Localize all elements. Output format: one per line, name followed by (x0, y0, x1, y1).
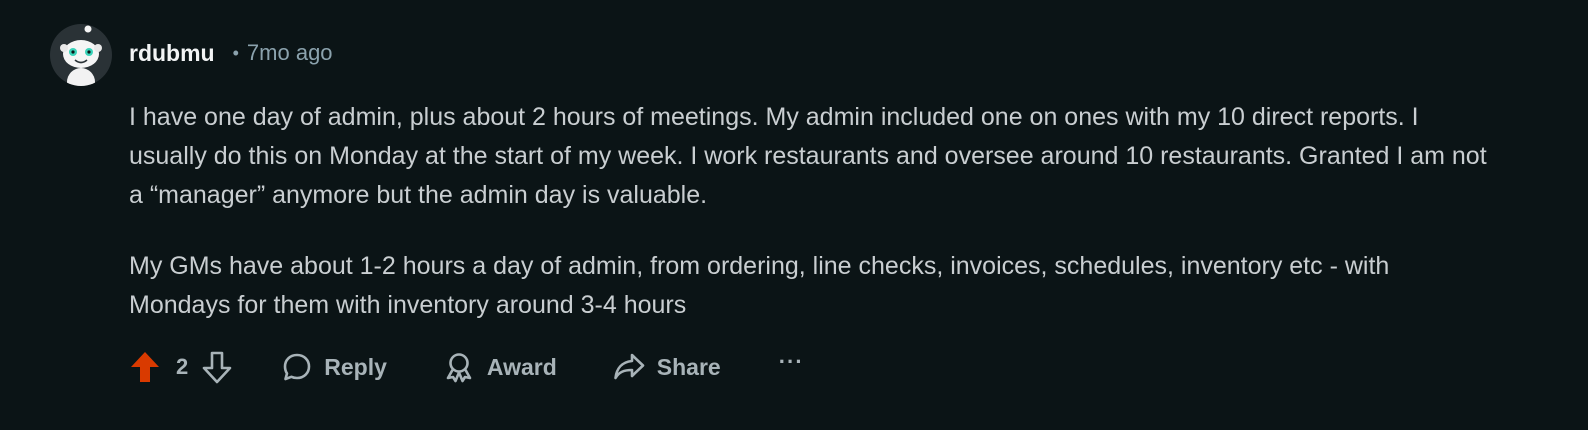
award-ribbon-icon (446, 353, 472, 383)
comment-action-bar: 2 Reply Award Share ··· (126, 345, 804, 389)
award-button[interactable]: Award (443, 351, 557, 383)
vote-score: 2 (176, 354, 189, 379)
author-name[interactable]: rdubmu (129, 40, 215, 67)
reply-button[interactable]: Reply (282, 352, 387, 382)
downvote-button[interactable] (198, 347, 236, 387)
more-options-button[interactable]: ··· (779, 351, 804, 383)
comment: rdubmu • 7mo ago I have one day of admin… (0, 0, 1588, 430)
comment-paragraph: I have one day of admin, plus about 2 ho… (129, 103, 1487, 209)
share-label: Share (656, 353, 721, 380)
speech-bubble-icon (283, 353, 311, 381)
upvote-arrow-icon (131, 352, 159, 382)
share-arrow-icon (613, 353, 645, 380)
comment-timestamp[interactable]: 7mo ago (247, 40, 333, 66)
comment-body: I have one day of admin, plus about 2 ho… (129, 98, 1489, 357)
meta-separator: • (232, 42, 239, 63)
share-button[interactable]: Share (613, 352, 721, 382)
reply-label: Reply (324, 353, 387, 380)
snoo-avatar-icon (50, 24, 112, 86)
comment-paragraph: My GMs have about 1-2 hours a day of adm… (129, 252, 1390, 319)
downvote-arrow-icon (202, 351, 232, 384)
award-label: Award (486, 353, 557, 380)
vote-controls: 2 (126, 347, 236, 387)
user-avatar[interactable] (50, 24, 112, 86)
upvote-button[interactable] (126, 347, 164, 387)
comment-meta: rdubmu • 7mo ago (129, 38, 333, 68)
